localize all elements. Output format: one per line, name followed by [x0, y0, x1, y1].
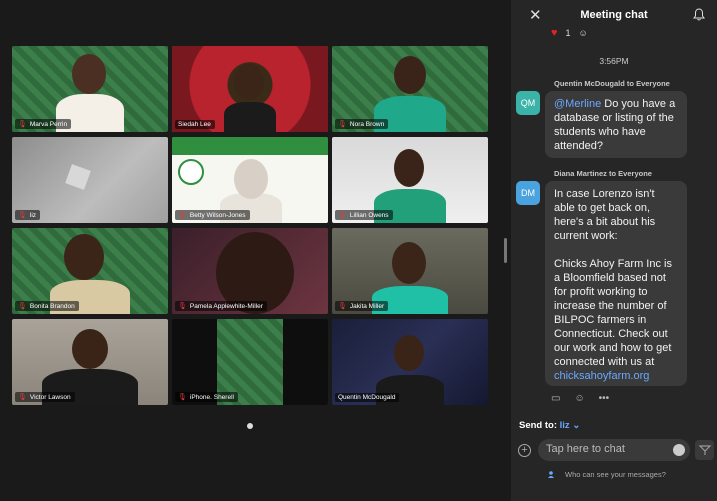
chat-panel: ✕ Meeting chat ♥ 1 ☺ 3:56PM Quentin McDo…: [511, 0, 717, 501]
participant-tile[interactable]: Quentin McDougald: [332, 319, 488, 405]
participant-grid: 🎙 Marva Perrin Siedah Lee 🎙 Nora Brown 🎙 li…: [12, 46, 488, 405]
send-to-target[interactable]: liz: [560, 420, 570, 431]
chat-message-bubble[interactable]: @Merline Do you have a database or listi…: [545, 91, 687, 158]
chat-header: ✕ Meeting chat: [511, 0, 717, 30]
participant-video: [224, 102, 276, 132]
mic-muted-icon: 🎙: [338, 303, 347, 310]
participant-video: [72, 54, 106, 94]
participant-video: [64, 234, 104, 280]
mic-muted-icon: 🎙: [18, 212, 27, 219]
participant-tile-active-speaker[interactable]: Siedah Lee: [172, 46, 328, 132]
participant-video: [234, 159, 268, 199]
avatar: QM: [516, 91, 540, 115]
message-actions: ▭ ☺ •••: [551, 393, 609, 404]
reaction-row: ♥ 1 ☺: [551, 27, 588, 39]
heart-reaction-icon[interactable]: ♥: [551, 27, 558, 39]
logo-seal: [178, 159, 204, 185]
participant-name: Nora Brown: [349, 120, 385, 128]
message-sender: Diana Martinez to Everyone: [554, 169, 652, 178]
add-reaction-icon[interactable]: ☺: [579, 28, 588, 38]
mic-muted-icon: 🎙: [338, 212, 347, 219]
page-indicator-dot[interactable]: [247, 423, 253, 429]
send-to-label: Send to:: [519, 420, 557, 431]
name-tag: Siedah Lee: [175, 120, 215, 129]
panel-resize-handle[interactable]: [504, 238, 507, 263]
message-text: Chicks Ahoy Farm Inc is a Bloomfield bas…: [554, 257, 678, 383]
name-tag: 🎙 liz: [15, 210, 41, 220]
participant-tile[interactable]: 🎙 Marva Perrin: [12, 46, 168, 132]
name-tag: 🎙 Victor Lawson: [15, 392, 75, 402]
people-icon: [548, 471, 554, 478]
name-tag: 🎙 Betty Wilson-Jones: [175, 210, 250, 220]
name-tag: 🎙 iPhone. Sherell: [175, 392, 238, 402]
participant-name: Bonita Brandon: [29, 302, 75, 310]
participant-name: Quentin McDougald: [338, 394, 396, 401]
name-tag: 🎙 Marva Perrin: [15, 119, 72, 129]
participant-name: Victor Lawson: [29, 393, 71, 401]
reply-icon[interactable]: ▭: [551, 393, 560, 404]
participant-tile[interactable]: 🎙 Pamela Applewhite-Miller: [172, 228, 328, 314]
participant-tile[interactable]: 🎙 iPhone. Sherell: [172, 319, 328, 405]
mic-muted-icon: 🎙: [18, 121, 27, 128]
participant-video: [234, 64, 264, 100]
participant-video: [394, 149, 424, 187]
message-link[interactable]: chicksahoyfarm.org: [554, 370, 649, 382]
name-tag: 🎙 Nora Brown: [335, 119, 389, 129]
add-reaction-icon[interactable]: ☺: [574, 393, 584, 404]
participant-name: Lillian Owens: [349, 211, 389, 219]
send-button[interactable]: [695, 440, 714, 460]
chat-title: Meeting chat: [580, 9, 648, 21]
participant-name: Jakita Miller: [349, 302, 385, 310]
participant-video: [394, 335, 424, 371]
mention[interactable]: @Merline: [554, 98, 601, 110]
mic-muted-icon: 🎙: [338, 121, 347, 128]
participant-tile[interactable]: 🎙 Nora Brown: [332, 46, 488, 132]
participant-name: Marva Perrin: [29, 120, 68, 128]
name-tag: 🎙 Jakita Miller: [335, 301, 389, 311]
participant-name: Pamela Applewhite-Miller: [189, 302, 263, 310]
add-attachment-icon[interactable]: +: [518, 444, 531, 457]
message-timestamp: 3:56PM: [599, 56, 629, 66]
chat-input[interactable]: Tap here to chat: [538, 439, 690, 461]
name-tag: 🎙 Pamela Applewhite-Miller: [175, 301, 267, 311]
message-text-body: Chicks Ahoy Farm Inc is a Bloomfield bas…: [554, 258, 672, 368]
participant-tile[interactable]: 🎙 Lillian Owens: [332, 137, 488, 223]
chat-message-bubble[interactable]: In case Lorenzo isn't able to get back o…: [545, 181, 687, 386]
mic-muted-icon: 🎙: [18, 303, 27, 310]
participant-video: [392, 242, 426, 284]
participant-name: Betty Wilson-Jones: [189, 211, 246, 219]
message-sender: Quentin McDougald to Everyone: [554, 79, 670, 88]
participant-name: Siedah Lee: [178, 121, 211, 128]
participant-tile[interactable]: 🎙 Victor Lawson: [12, 319, 168, 405]
reaction-count: 1: [565, 28, 571, 38]
participant-name: iPhone. Sherell: [189, 393, 234, 401]
participant-name: liz: [29, 211, 37, 219]
more-icon[interactable]: •••: [599, 393, 610, 404]
mic-muted-icon: 🎙: [178, 303, 187, 310]
chevron-down-icon[interactable]: ⌄: [572, 420, 580, 431]
who-can-see-link[interactable]: Who can see your messages?: [565, 470, 666, 479]
name-tag: 🎙 Lillian Owens: [335, 210, 393, 220]
participant-video: [394, 56, 426, 94]
name-tag: 🎙 Bonita Brandon: [15, 301, 79, 311]
participant-tile[interactable]: 🎙 Betty Wilson-Jones: [172, 137, 328, 223]
name-tag: Quentin McDougald: [335, 393, 400, 402]
emoji-icon[interactable]: [673, 444, 685, 456]
mic-muted-icon: 🎙: [18, 394, 27, 401]
bell-icon[interactable]: [693, 8, 705, 21]
mic-muted-icon: 🎙: [178, 212, 187, 219]
send-to-selector[interactable]: Send to: liz ⌄: [519, 420, 580, 431]
participant-tile[interactable]: 🎙 Jakita Miller: [332, 228, 488, 314]
participant-video: [72, 329, 108, 369]
message-text: In case Lorenzo isn't able to get back o…: [554, 188, 656, 242]
video-gallery: 🎙 Marva Perrin Siedah Lee 🎙 Nora Brown 🎙 li…: [0, 0, 510, 501]
participant-tile[interactable]: 🎙 liz: [12, 137, 168, 223]
participant-tile[interactable]: 🎙 Bonita Brandon: [12, 228, 168, 314]
avatar: DM: [516, 181, 540, 205]
mic-muted-icon: 🎙: [178, 394, 187, 401]
